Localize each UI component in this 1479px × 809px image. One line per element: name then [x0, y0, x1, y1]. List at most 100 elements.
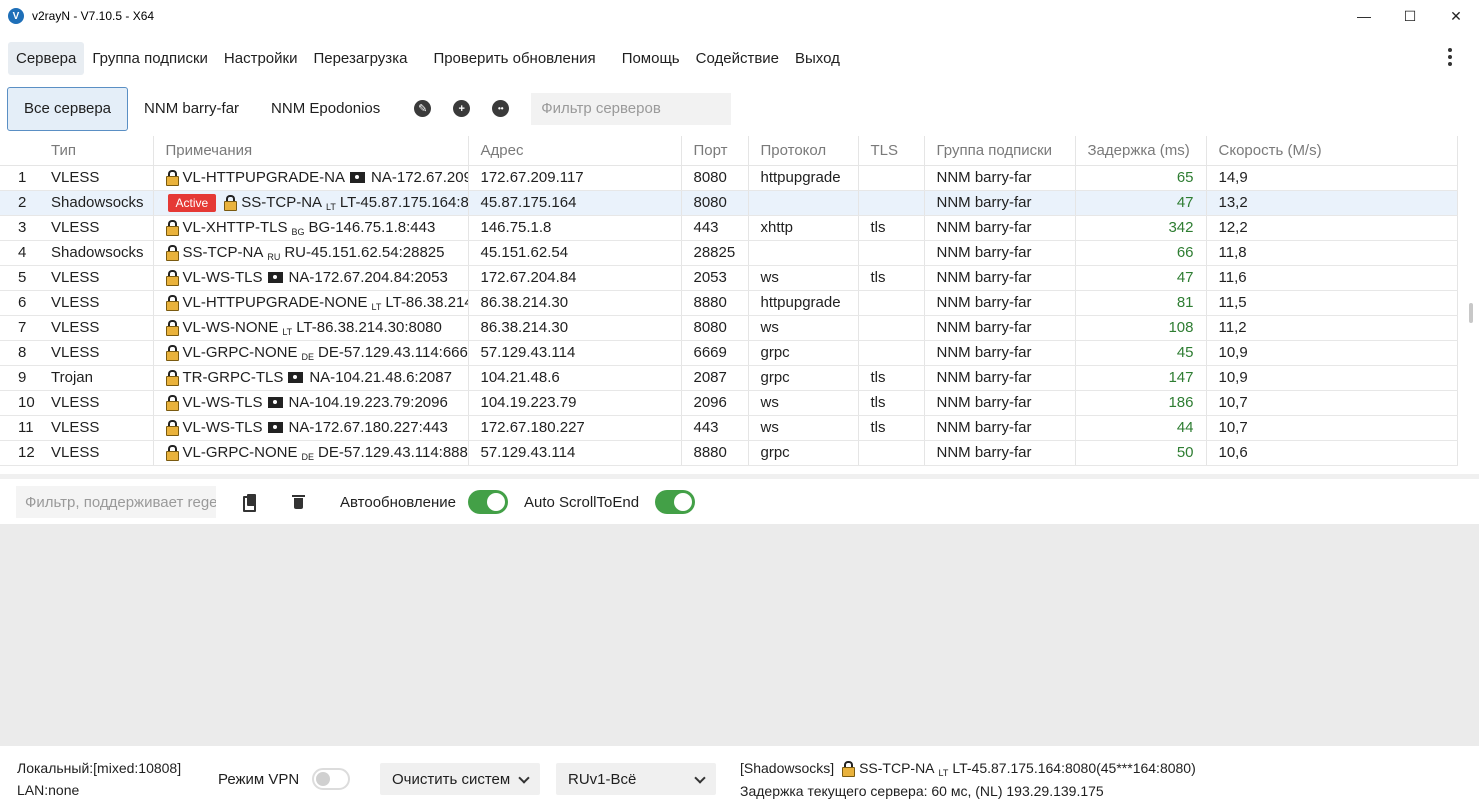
cell-tls: [858, 315, 925, 341]
column-header-delay[interactable]: Задержка (ms): [1075, 136, 1207, 166]
cell-delay: 47: [1075, 265, 1207, 291]
table-row[interactable]: 9 Trojan TR-GRPC-TLS NA-104.21.48.6:2087 104…: [0, 365, 1458, 391]
cell-remarks: VL-WS-TLS NA-104.19.223.79:2096: [153, 390, 469, 416]
window-controls: — ☐ ✕: [1341, 0, 1479, 32]
column-header-index[interactable]: [0, 136, 39, 166]
table-row[interactable]: 8 VLESS VL-GRPC-NONE DE DE-57.129.43.114:666…: [0, 340, 1458, 366]
chevron-down-icon: [518, 772, 530, 784]
pirate-flag-icon: [350, 172, 366, 183]
column-header-tls[interactable]: TLS: [858, 136, 925, 166]
more-group-icon[interactable]: ••: [492, 100, 510, 117]
lock-icon: [165, 294, 179, 311]
menu-settings[interactable]: Настройки: [216, 42, 306, 75]
trash-icon[interactable]: [290, 493, 306, 511]
cell-speed: 14,9: [1206, 165, 1458, 191]
vertical-scrollbar[interactable]: [1469, 303, 1473, 323]
cell-address: 172.67.204.84: [468, 265, 682, 291]
lan-text: LAN:none: [17, 782, 80, 798]
maximize-button[interactable]: ☐: [1387, 0, 1433, 32]
local-port-text: Локальный:[mixed:10808]: [17, 760, 182, 776]
cell-address: 45.87.175.164: [468, 190, 682, 216]
cell-group: NNM barry-far: [924, 240, 1076, 266]
column-header-port[interactable]: Порт: [681, 136, 749, 166]
row-index: 10: [0, 390, 39, 416]
table-row[interactable]: 11 VLESS VL-WS-TLS NA-172.67.180.227:443 172…: [0, 415, 1458, 441]
server-name: SS-TCP-NA: [241, 193, 323, 211]
cell-address: 45.151.62.54: [468, 240, 682, 266]
menu-donate[interactable]: Содействие: [688, 42, 787, 75]
server-remark: LT-86.38.214.30:8880: [385, 293, 467, 311]
edit-group-icon[interactable]: ✎: [414, 100, 432, 117]
cell-delay: 50: [1075, 440, 1207, 466]
table-row[interactable]: 7 VLESS VL-WS-NONE LT LT-86.38.214.30:8080 86…: [0, 315, 1458, 341]
table-row[interactable]: 10 VLESS VL-WS-TLS NA-104.19.223.79:2096 104…: [0, 390, 1458, 416]
panel-splitter[interactable]: [0, 474, 1479, 479]
column-header-speed[interactable]: Скорость (M/s): [1206, 136, 1458, 166]
cell-speed: 12,2: [1206, 215, 1458, 241]
menu-subscription-group[interactable]: Группа подписки: [84, 42, 216, 75]
server-name: VL-HTTPUPGRADE-NONE: [182, 293, 368, 311]
routing-select[interactable]: RUv1-Всё: [556, 763, 716, 795]
cell-delay: 45: [1075, 340, 1207, 366]
table-row[interactable]: 3 VLESS VL-XHTTP-TLS BG BG-146.75.1.8:443 146…: [0, 215, 1458, 241]
cell-port: 2087: [681, 365, 749, 391]
column-header-type[interactable]: Тип: [39, 136, 154, 166]
autoscroll-toggle[interactable]: [655, 490, 696, 514]
current-server-remark: LT-45.87.175.164:8080(45***164:8080): [952, 760, 1196, 776]
more-options-icon[interactable]: [1445, 46, 1455, 68]
row-index: 6: [0, 290, 39, 316]
cell-tls: [858, 290, 925, 316]
row-index: 5: [0, 265, 39, 291]
server-name: VL-GRPC-NONE: [182, 443, 298, 461]
vpn-mode-toggle[interactable]: [312, 768, 350, 790]
menu-exit[interactable]: Выход: [787, 42, 848, 75]
cell-delay: 147: [1075, 365, 1207, 391]
menu-servers[interactable]: Сервера: [8, 41, 85, 75]
autoupdate-toggle[interactable]: [467, 490, 508, 514]
server-remark: NA-104.21.48.6:2087: [309, 369, 452, 386]
system-proxy-select[interactable]: Очистить систем: [380, 763, 540, 795]
cell-tls: tls: [858, 415, 925, 441]
table-row[interactable]: 5 VLESS VL-WS-TLS NA-172.67.204.84:2053 172.…: [0, 265, 1458, 291]
cell-delay: 65: [1075, 165, 1207, 191]
cell-address: 172.67.180.227: [468, 415, 682, 441]
lock-icon: [165, 344, 179, 361]
cell-tls: [858, 165, 925, 191]
lock-icon: [224, 194, 238, 211]
column-header-protocol[interactable]: Протокол: [748, 136, 859, 166]
cell-group: NNM barry-far: [924, 365, 1076, 391]
pirate-flag-icon: [267, 397, 283, 408]
log-filter-input[interactable]: [16, 486, 216, 518]
menu-check-updates[interactable]: Проверить обновления: [425, 42, 603, 75]
server-remark: NA-172.67.209.117:8080: [371, 169, 467, 186]
column-header-remarks[interactable]: Примечания: [153, 136, 469, 166]
copy-icon[interactable]: [242, 493, 258, 512]
cell-speed: 13,2: [1206, 190, 1458, 216]
row-index: 9: [0, 365, 39, 391]
close-button[interactable]: ✕: [1433, 0, 1479, 32]
cell-speed: 11,6: [1206, 265, 1458, 291]
tab-nnm-epodonios[interactable]: NNM Epodonios: [255, 87, 396, 131]
tab-nnm-barry-far[interactable]: NNM barry-far: [128, 87, 255, 131]
log-output-area[interactable]: [0, 524, 1479, 746]
menu-reload[interactable]: Перезагрузка: [305, 42, 415, 75]
cell-address: 104.21.48.6: [468, 365, 682, 391]
cell-address: 172.67.209.117: [468, 165, 682, 191]
cell-type: VLESS: [39, 290, 154, 316]
menu-help[interactable]: Помощь: [614, 42, 688, 75]
table-row[interactable]: 6VLESSVL-HTTPUPGRADE-NONELTLT-86.38.214.…: [0, 290, 1458, 316]
table-row[interactable]: 12 VLESS VL-GRPC-NONE DE DE-57.129.43.114:88…: [0, 440, 1458, 466]
table-row[interactable]: 1VLESS VL-HTTPUPGRADE-NA NA-172.67.209.117…: [0, 165, 1458, 191]
table-row[interactable]: 2 Shadowsocks Active SS-TCP-NA LT LT-45.87.17…: [0, 190, 1458, 216]
cell-group: NNM barry-far: [924, 290, 1076, 316]
column-header-address[interactable]: Адрес: [468, 136, 682, 166]
tab-all-servers[interactable]: Все сервера: [7, 86, 129, 131]
column-header-group[interactable]: Группа подписки: [924, 136, 1076, 166]
add-group-icon[interactable]: +: [453, 100, 471, 117]
cell-protocol: grpc: [748, 365, 859, 391]
server-filter-input[interactable]: [531, 92, 732, 125]
table-row[interactable]: 4 Shadowsocks SS-TCP-NA RU RU-45.151.62.54:2…: [0, 240, 1458, 266]
minimize-button[interactable]: —: [1341, 0, 1387, 32]
cell-tls: tls: [858, 390, 925, 416]
server-name: VL-XHTTP-TLS: [182, 218, 288, 236]
